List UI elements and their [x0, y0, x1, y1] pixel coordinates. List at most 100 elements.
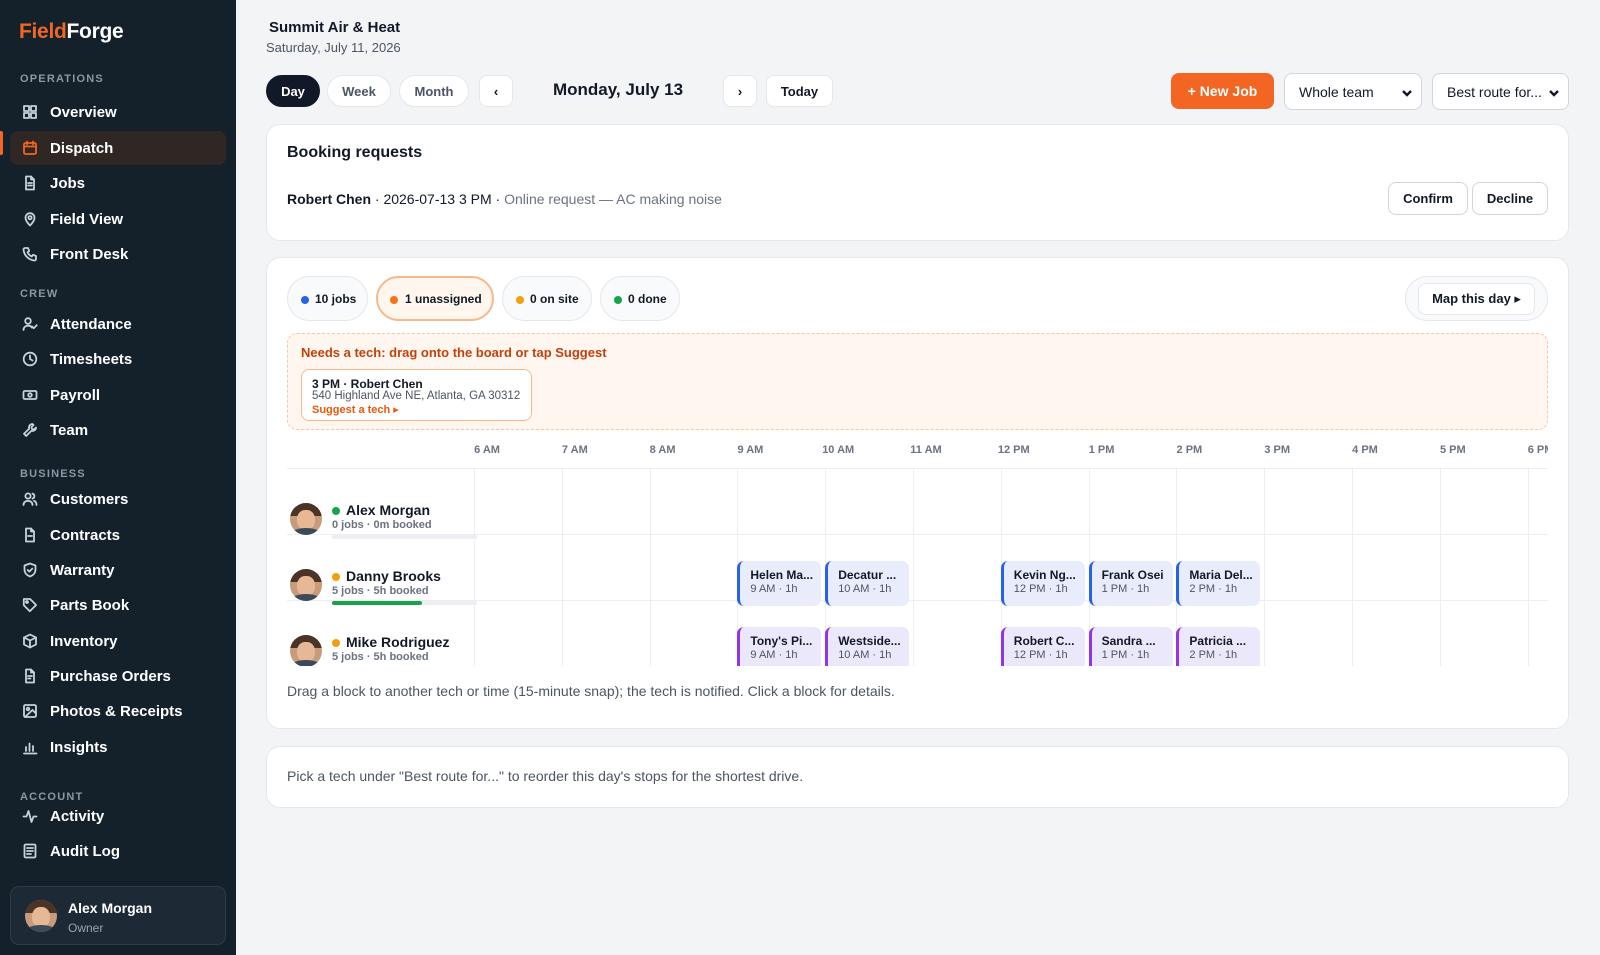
sidebar-item-inventory[interactable]: Inventory: [10, 624, 226, 658]
sidebar-item-team[interactable]: Team: [10, 413, 226, 447]
job-block[interactable]: Frank Osei 1 PM · 1h: [1088, 561, 1173, 606]
hour-gridline: [913, 468, 914, 666]
document-icon: [22, 175, 38, 191]
job-block[interactable]: Robert C... 12 PM · 1h: [1000, 627, 1085, 666]
today-button[interactable]: Today: [766, 75, 833, 107]
next-day-button[interactable]: ›: [723, 75, 757, 107]
sidebar-item-label: Activity: [50, 807, 105, 825]
user-profile-card[interactable]: Alex Morgan Owner: [10, 886, 226, 945]
map-this-day-button[interactable]: Map this day ▸: [1418, 283, 1535, 315]
avatar: [290, 503, 322, 535]
view-week-button[interactable]: Week: [327, 75, 391, 107]
brand-logo-part1: Field: [19, 20, 67, 43]
hour-label: 8 AM: [649, 444, 676, 456]
sidebar-item-attendance[interactable]: Attendance: [10, 307, 226, 341]
needs-tech-panel: Needs a tech: drag onto the board or tap…: [287, 333, 1548, 430]
stat-done[interactable]: 0 done: [600, 276, 680, 321]
sidebar-item-field-view[interactable]: Field View: [10, 202, 226, 236]
receipt-icon: [22, 668, 38, 684]
job-block[interactable]: Helen Ma... 9 AM · 1h: [737, 561, 822, 606]
sidebar-item-insights[interactable]: Insights: [10, 730, 226, 764]
job-block[interactable]: Patricia ... 2 PM · 1h: [1176, 627, 1261, 666]
job-time: 10 AM · 1h: [838, 649, 892, 661]
list-icon: [22, 843, 38, 859]
tech-name[interactable]: Alex Morgan: [346, 502, 430, 518]
sidebar: FieldForge OPERATIONS CREW BUSINESS ACCO…: [0, 0, 236, 955]
hour-label: 11 AM: [910, 444, 942, 456]
activity-icon: [22, 808, 38, 824]
sidebar-item-overview[interactable]: Overview: [10, 95, 226, 129]
job-block[interactable]: Maria Del... 2 PM · 1h: [1176, 561, 1261, 606]
team-filter-value: Whole team: [1299, 83, 1374, 100]
job-block[interactable]: Kevin Ng... 12 PM · 1h: [1000, 561, 1085, 606]
hour-label: 10 AM: [822, 444, 855, 456]
needs-tech-title: Needs a tech: drag onto the board or tap…: [301, 345, 607, 360]
tech-summary: 5 jobs · 5h booked: [332, 585, 429, 597]
job-time: 1 PM · 1h: [1101, 583, 1150, 595]
wrench-icon: [22, 422, 38, 438]
new-job-button[interactable]: + New Job: [1171, 73, 1274, 109]
tech-name[interactable]: Danny Brooks: [346, 568, 441, 584]
job-title: Patricia ...: [1189, 634, 1247, 648]
sidebar-item-photos-receipts[interactable]: Photos & Receipts: [10, 694, 226, 728]
unassigned-job-card[interactable]: 3 PM · Robert Chen 540 Highland Ave NE, …: [301, 369, 532, 421]
view-month-button[interactable]: Month: [399, 75, 469, 107]
confirm-button[interactable]: Confirm: [1388, 182, 1468, 215]
stat-total-jobs[interactable]: 10 jobs: [287, 276, 368, 321]
best-route-select[interactable]: Best route for...: [1432, 73, 1569, 110]
job-time: 12 PM · 1h: [1013, 583, 1068, 595]
sidebar-item-audit-log[interactable]: Audit Log: [10, 834, 226, 868]
hour-label: 6 AM: [474, 444, 500, 456]
hour-label: 4 PM: [1352, 444, 1378, 456]
job-time: 9 AM · 1h: [750, 649, 798, 661]
sidebar-item-dispatch[interactable]: Dispatch: [10, 131, 226, 165]
sidebar-item-contracts[interactable]: Contracts: [10, 518, 226, 552]
team-filter-select[interactable]: Whole team: [1284, 73, 1422, 110]
sidebar-item-front-desk[interactable]: Front Desk: [10, 237, 226, 271]
sidebar-item-label: Photos & Receipts: [50, 702, 183, 720]
stat-dot: [390, 296, 398, 304]
sidebar-item-jobs[interactable]: Jobs: [10, 166, 226, 200]
job-block[interactable]: Sandra ... 1 PM · 1h: [1088, 627, 1173, 666]
nav-section-operations: OPERATIONS: [20, 73, 104, 85]
job-block[interactable]: Tony's Pi... 9 AM · 1h: [737, 627, 822, 666]
job-time: 1 PM · 1h: [1101, 649, 1150, 661]
sidebar-item-purchase-orders[interactable]: Purchase Orders: [10, 659, 226, 693]
sidebar-item-label: Dispatch: [50, 139, 114, 157]
sidebar-item-payroll[interactable]: Payroll: [10, 378, 226, 412]
job-title: Maria Del...: [1189, 568, 1253, 582]
sidebar-item-parts-book[interactable]: Parts Book: [10, 588, 226, 622]
sidebar-item-warranty[interactable]: Warranty: [10, 553, 226, 587]
job-block[interactable]: Westside... 10 AM · 1h: [825, 627, 910, 666]
sidebar-item-activity[interactable]: Activity: [10, 799, 226, 833]
job-time: 12 PM · 1h: [1013, 649, 1068, 661]
stat-on-site[interactable]: 0 on site: [502, 276, 592, 321]
prev-day-button[interactable]: ‹: [479, 75, 513, 107]
tech-name[interactable]: Mike Rodriguez: [346, 634, 449, 650]
box-icon: [22, 633, 38, 649]
view-day-button[interactable]: Day: [266, 75, 320, 107]
hour-label: 2 PM: [1176, 444, 1203, 456]
schedule-board: 6 AM 7 AM 8 AM 9 AM 10 AM 11 AM 12 PM 1 PM 2 PM 3…: [287, 440, 1548, 666]
unassigned-job-title: 3 PM · Robert Chen: [312, 377, 423, 391]
tech-booked-bar: [332, 601, 477, 605]
stat-label: 0 done: [628, 291, 667, 306]
decline-button[interactable]: Decline: [1472, 182, 1548, 215]
banknote-icon: [22, 387, 38, 403]
brand-logo[interactable]: FieldForge: [19, 20, 124, 44]
tech-status-dot: [332, 573, 340, 581]
chevron-down-icon: [1401, 86, 1413, 98]
job-block[interactable]: Decatur ... 10 AM · 1h: [825, 561, 910, 606]
suggest-tech-link[interactable]: Suggest a tech ▸: [312, 403, 399, 416]
bar-chart-icon: [22, 739, 38, 755]
sidebar-item-customers[interactable]: Customers: [10, 482, 226, 516]
sidebar-item-label: Contracts: [50, 526, 121, 544]
stat-unassigned[interactable]: 1 unassigned: [376, 276, 494, 321]
sidebar-item-label: Overview: [50, 103, 117, 121]
sidebar-item-timesheets[interactable]: Timesheets: [10, 342, 226, 376]
hour-label: 12 PM: [997, 444, 1030, 456]
current-date: Saturday, July 11, 2026: [266, 40, 401, 55]
stat-label: 1 unassigned: [405, 291, 482, 306]
stat-dot: [301, 296, 309, 304]
sidebar-item-label: Warranty: [50, 561, 115, 579]
